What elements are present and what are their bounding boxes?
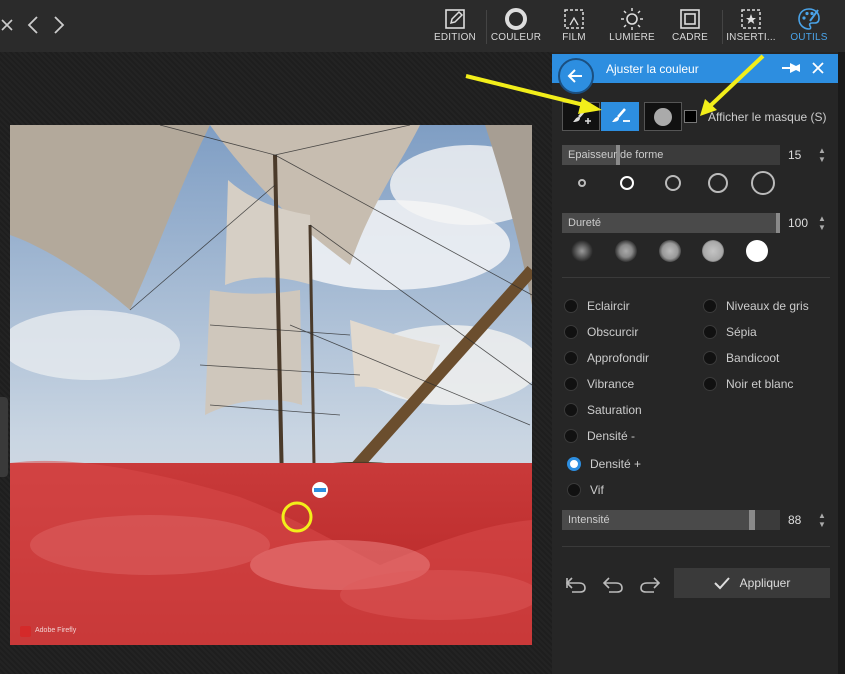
annotation-arrow-left	[465, 74, 602, 114]
annotation-arrow-right	[700, 54, 765, 116]
annotation-overlay	[465, 54, 765, 116]
